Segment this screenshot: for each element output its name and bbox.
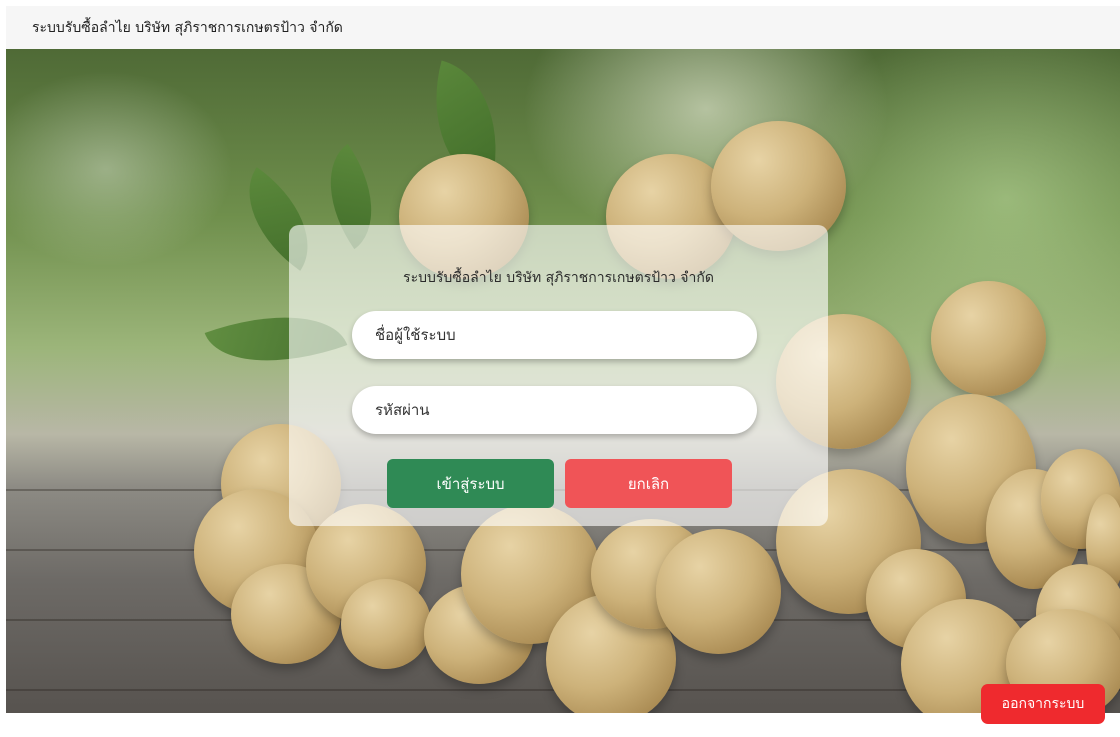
header-title: ระบบรับซื้อลำไย บริษัท สุภิราชการเกษตรป้… <box>32 19 343 36</box>
login-dialog: ระบบรับซื้อลำไย บริษัท สุภิราชการเกษตรป้… <box>289 225 828 526</box>
cancel-button[interactable]: ยกเลิก <box>565 459 732 508</box>
header-bar: ระบบรับซื้อลำไย บริษัท สุภิราชการเกษตรป้… <box>6 6 1120 49</box>
password-input[interactable] <box>352 386 757 434</box>
app-window: ระบบรับซื้อลำไย บริษัท สุภิราชการเกษตรป้… <box>0 0 1120 737</box>
login-title: ระบบรับซื้อลำไย บริษัท สุภิราชการเกษตรป้… <box>403 270 714 286</box>
login-button[interactable]: เข้าสู่ระบบ <box>387 459 554 508</box>
logout-button[interactable]: ออกจากระบบ <box>981 684 1105 724</box>
username-input[interactable] <box>352 311 757 359</box>
